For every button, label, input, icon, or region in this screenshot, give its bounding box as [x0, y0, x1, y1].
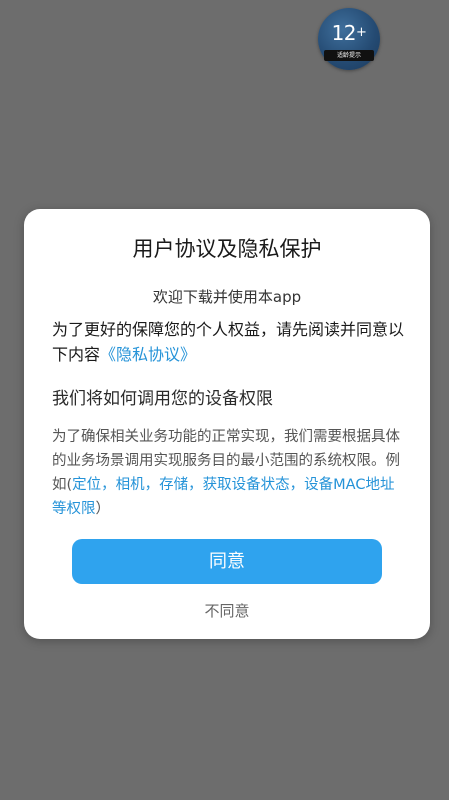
privacy-policy-link[interactable]: 《隐私协议》 — [100, 345, 196, 364]
intro-paragraph: 为了更好的保障您的个人权益，请先阅读并同意以下内容《隐私协议》 — [52, 317, 408, 367]
age-rating-plus: + — [356, 25, 367, 40]
agree-button[interactable]: 同意 — [72, 539, 382, 584]
permissions-paragraph: 为了确保相关业务功能的正常实现，我们需要根据具体的业务场景调用实现服务目的最小范… — [52, 425, 408, 521]
age-rating-caption: 适龄提示 — [324, 50, 374, 61]
disagree-button[interactable]: 不同意 — [177, 599, 277, 623]
dialog-title: 用户协议及隐私保护 — [132, 237, 322, 261]
permissions-close-paren: ） — [95, 501, 111, 517]
welcome-text: 欢迎下载并使用本app — [152, 288, 302, 306]
privacy-dialog: 用户协议及隐私保护 欢迎下载并使用本app 为了更好的保障您的个人权益，请先阅读… — [24, 209, 430, 639]
age-rating-badge: 12+ 适龄提示 — [318, 8, 380, 70]
permissions-heading: 我们将如何调用您的设备权限 — [52, 389, 273, 409]
age-rating-text: 12+ — [318, 22, 380, 44]
age-rating-number: 12 — [331, 21, 357, 45]
